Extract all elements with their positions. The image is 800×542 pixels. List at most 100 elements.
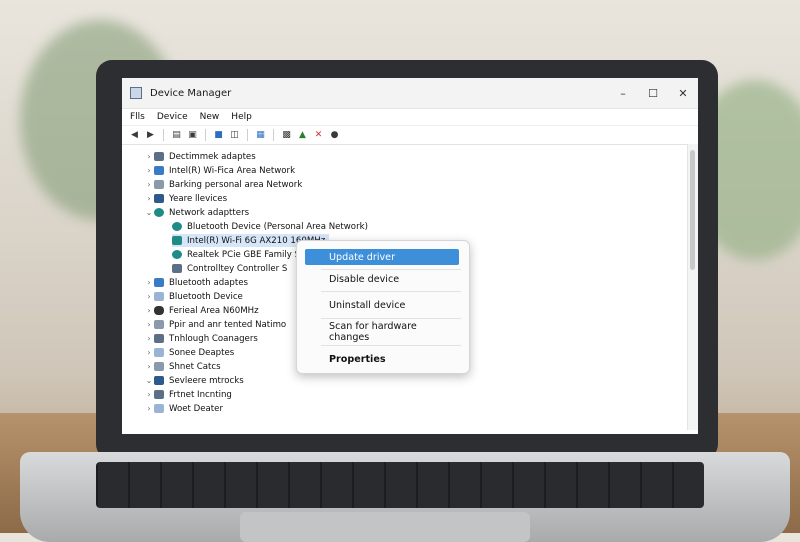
menu-device[interactable]: Device	[157, 112, 188, 122]
disable-device-menu-item[interactable]: Disable device	[305, 271, 459, 287]
sound-device-icon	[154, 376, 164, 385]
tree-item-label: Ppir and anr tented Natimo	[169, 319, 287, 330]
device-manager-icon	[130, 87, 142, 99]
processor-icon	[154, 334, 164, 343]
port-icon	[154, 320, 164, 329]
window-title: Device Manager	[150, 87, 232, 99]
tree-item-label: Network adaptters	[169, 207, 250, 218]
expand-chevron-icon[interactable]: ›	[144, 306, 154, 315]
menu-view[interactable]: New	[200, 112, 220, 122]
tree-item-label: Realtek PCie GBE Family S	[187, 249, 301, 260]
tree-item[interactable]: › Ferieal Area N60MHz	[144, 304, 258, 317]
scan-hardware-menu-item[interactable]: Scan for hardware changes	[305, 321, 459, 343]
scan-icon[interactable]: ◫	[228, 129, 241, 142]
toolbar-divider	[205, 129, 206, 141]
tree-item-label: Tnhlough Coanagers	[169, 333, 258, 344]
expand-chevron-icon[interactable]: ›	[144, 278, 154, 287]
driver-icon[interactable]: ▲	[296, 129, 309, 142]
tree-item-label: Yeare llevices	[169, 193, 228, 204]
tree-item-label: Intel(R) Wi-Fica Area Network	[169, 165, 296, 176]
firmware-icon	[154, 390, 164, 399]
bluetooth-icon	[154, 278, 164, 287]
tree-item-label: Bluetooth adaptes	[169, 277, 249, 288]
minimize-button[interactable]: –	[608, 87, 638, 100]
menu-divider	[321, 318, 461, 319]
keyboard-device-icon	[154, 194, 164, 203]
scrollbar-thumb[interactable]	[690, 150, 695, 270]
tree-item-label: Dectimmek adaptes	[169, 151, 256, 162]
menu-file[interactable]: Flls	[130, 112, 145, 122]
expand-chevron-icon[interactable]: ›	[144, 348, 154, 357]
help-icon[interactable]: ●	[328, 129, 341, 142]
tree-child-item[interactable]: Bluetooth Device (Personal Area Network)	[172, 220, 368, 233]
laptop-touchpad[interactable]	[240, 512, 530, 542]
controller-icon	[172, 264, 182, 273]
tree-item[interactable]: › Yeare llevices	[144, 192, 227, 205]
context-menu: Update driver Disable device Uninstall d…	[296, 240, 470, 374]
tree-child-item[interactable]: Realtek PCie GBE Family S	[172, 248, 300, 261]
tree-item-label: Sevleere mtrocks	[169, 375, 244, 386]
properties-icon[interactable]: ▤	[170, 129, 183, 142]
title-bar[interactable]: Device Manager – ☐ ✕	[122, 78, 698, 109]
expand-chevron-icon[interactable]: ›	[144, 194, 154, 203]
tree-item[interactable]: › Tnhlough Coanagers	[144, 332, 258, 345]
collapse-chevron-icon[interactable]: ⌄	[144, 376, 154, 385]
tree-item-label: Sonee Deaptes	[169, 347, 235, 358]
tree-item-label: Bluetooth Device (Personal Area Network)	[187, 221, 368, 232]
monitor-device-icon	[154, 166, 164, 175]
monitor-icon[interactable]: ▩	[280, 129, 293, 142]
tree-item[interactable]: › Bluetooth adaptes	[144, 276, 248, 289]
toolbar: ◀ ▶ ▤ ▣ ■ ◫ ▦ ▩ ▲ ✕ ●	[122, 126, 698, 145]
collapse-chevron-icon[interactable]: ⌄	[144, 208, 154, 217]
tree-item-network-adapters[interactable]: ⌄ Network adaptters	[144, 206, 249, 219]
tree-item[interactable]: › Ppir and anr tented Natimo	[144, 318, 286, 331]
tree-item[interactable]: ⌄ Sevleere mtrocks	[144, 374, 244, 387]
update-driver-menu-item[interactable]: Update driver	[305, 249, 459, 265]
software-device-icon	[154, 362, 164, 371]
forward-icon[interactable]: ▶	[144, 129, 157, 142]
menu-help[interactable]: Help	[231, 112, 252, 122]
uninstall-icon[interactable]: ✕	[312, 129, 325, 142]
tree-item[interactable]: › Intel(R) Wi-Fica Area Network	[144, 164, 295, 177]
expand-chevron-icon[interactable]: ›	[144, 362, 154, 371]
toolbar-divider	[273, 129, 274, 141]
ethernet-adapter-icon	[172, 250, 182, 259]
tree-item-label: Frtnet Incnting	[169, 389, 232, 400]
tree-item[interactable]: › Barking personal area Network	[144, 178, 302, 191]
expand-chevron-icon[interactable]: ›	[144, 180, 154, 189]
expand-chevron-icon[interactable]: ›	[144, 320, 154, 329]
expand-chevron-icon[interactable]: ›	[144, 390, 154, 399]
tree-item-label: Controlltey Controller S	[187, 263, 288, 274]
menu-divider	[321, 269, 461, 270]
expand-chevron-icon[interactable]: ›	[144, 334, 154, 343]
tree-item-label: Shnet Catcs	[169, 361, 221, 372]
wifi-adapter-icon	[172, 236, 182, 245]
maximize-button[interactable]: ☐	[638, 87, 668, 100]
tree-item[interactable]: › Bluetooth Device	[144, 290, 243, 303]
tree-item[interactable]: › Woet Deater	[144, 402, 223, 415]
expand-chevron-icon[interactable]: ›	[144, 292, 154, 301]
network-device-icon	[154, 180, 164, 189]
close-button[interactable]: ✕	[668, 87, 698, 100]
vertical-scrollbar[interactable]	[687, 144, 698, 430]
device-icon	[154, 292, 164, 301]
back-icon[interactable]: ◀	[128, 129, 141, 142]
update-icon[interactable]: ■	[212, 129, 225, 142]
expand-chevron-icon[interactable]: ›	[144, 166, 154, 175]
grid-icon[interactable]: ▦	[254, 129, 267, 142]
tree-item-label: Barking personal area Network	[169, 179, 303, 190]
expand-chevron-icon[interactable]: ›	[144, 404, 154, 413]
tree-item[interactable]: › Dectimmek adaptes	[144, 150, 256, 163]
window-icon[interactable]: ▣	[186, 129, 199, 142]
tree-item-label: Woet Deater	[169, 403, 224, 414]
tree-item[interactable]: › Sonee Deaptes	[144, 346, 234, 359]
tree-item[interactable]: › Shnet Catcs	[144, 360, 221, 373]
expand-chevron-icon[interactable]: ›	[144, 152, 154, 161]
mouse-icon	[154, 306, 164, 315]
properties-menu-item[interactable]: Properties	[305, 351, 459, 367]
tree-item[interactable]: › Frtnet Incnting	[144, 388, 232, 401]
tree-item-label: Bluetooth Device	[169, 291, 243, 302]
tree-child-item[interactable]: Controlltey Controller S	[172, 262, 287, 275]
storage-icon	[154, 348, 164, 357]
uninstall-device-menu-item[interactable]: Uninstall device	[305, 297, 459, 313]
